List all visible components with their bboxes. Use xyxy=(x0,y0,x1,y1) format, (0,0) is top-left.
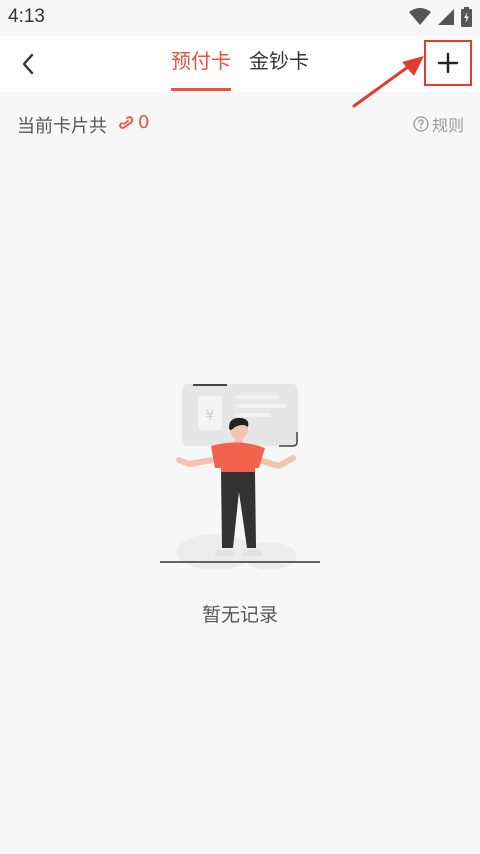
status-time: 4:13 xyxy=(8,6,45,27)
add-card-button[interactable] xyxy=(424,40,472,86)
rules-label: 规则 xyxy=(431,116,464,135)
signal-icon xyxy=(438,9,454,25)
tab-gold-card[interactable]: 金钞卡 xyxy=(248,48,310,74)
help-circle-icon xyxy=(413,116,429,132)
svg-text:¥: ¥ xyxy=(206,408,215,424)
status-icons xyxy=(409,6,472,28)
card-count: 0 xyxy=(118,112,149,133)
chevron-left-icon xyxy=(22,53,34,75)
card-summary: 当前卡片共 0 规则 xyxy=(0,92,480,152)
active-tab-indicator xyxy=(171,88,231,91)
battery-icon xyxy=(461,7,472,27)
link-icon xyxy=(119,115,134,129)
card-count-label: 当前卡片共 xyxy=(17,116,107,137)
wifi-icon xyxy=(409,8,431,25)
status-bar: 4:13 xyxy=(0,0,480,36)
rules-link[interactable]: 规则 xyxy=(413,112,464,136)
empty-state-illustration: ¥ xyxy=(160,384,320,570)
plus-icon xyxy=(437,52,459,74)
tab-prepaid-card[interactable]: 预付卡 xyxy=(170,48,232,74)
empty-state-message: 暂无记录 xyxy=(201,604,278,626)
back-button[interactable] xyxy=(10,46,46,82)
card-count-value: 0 xyxy=(138,112,150,133)
